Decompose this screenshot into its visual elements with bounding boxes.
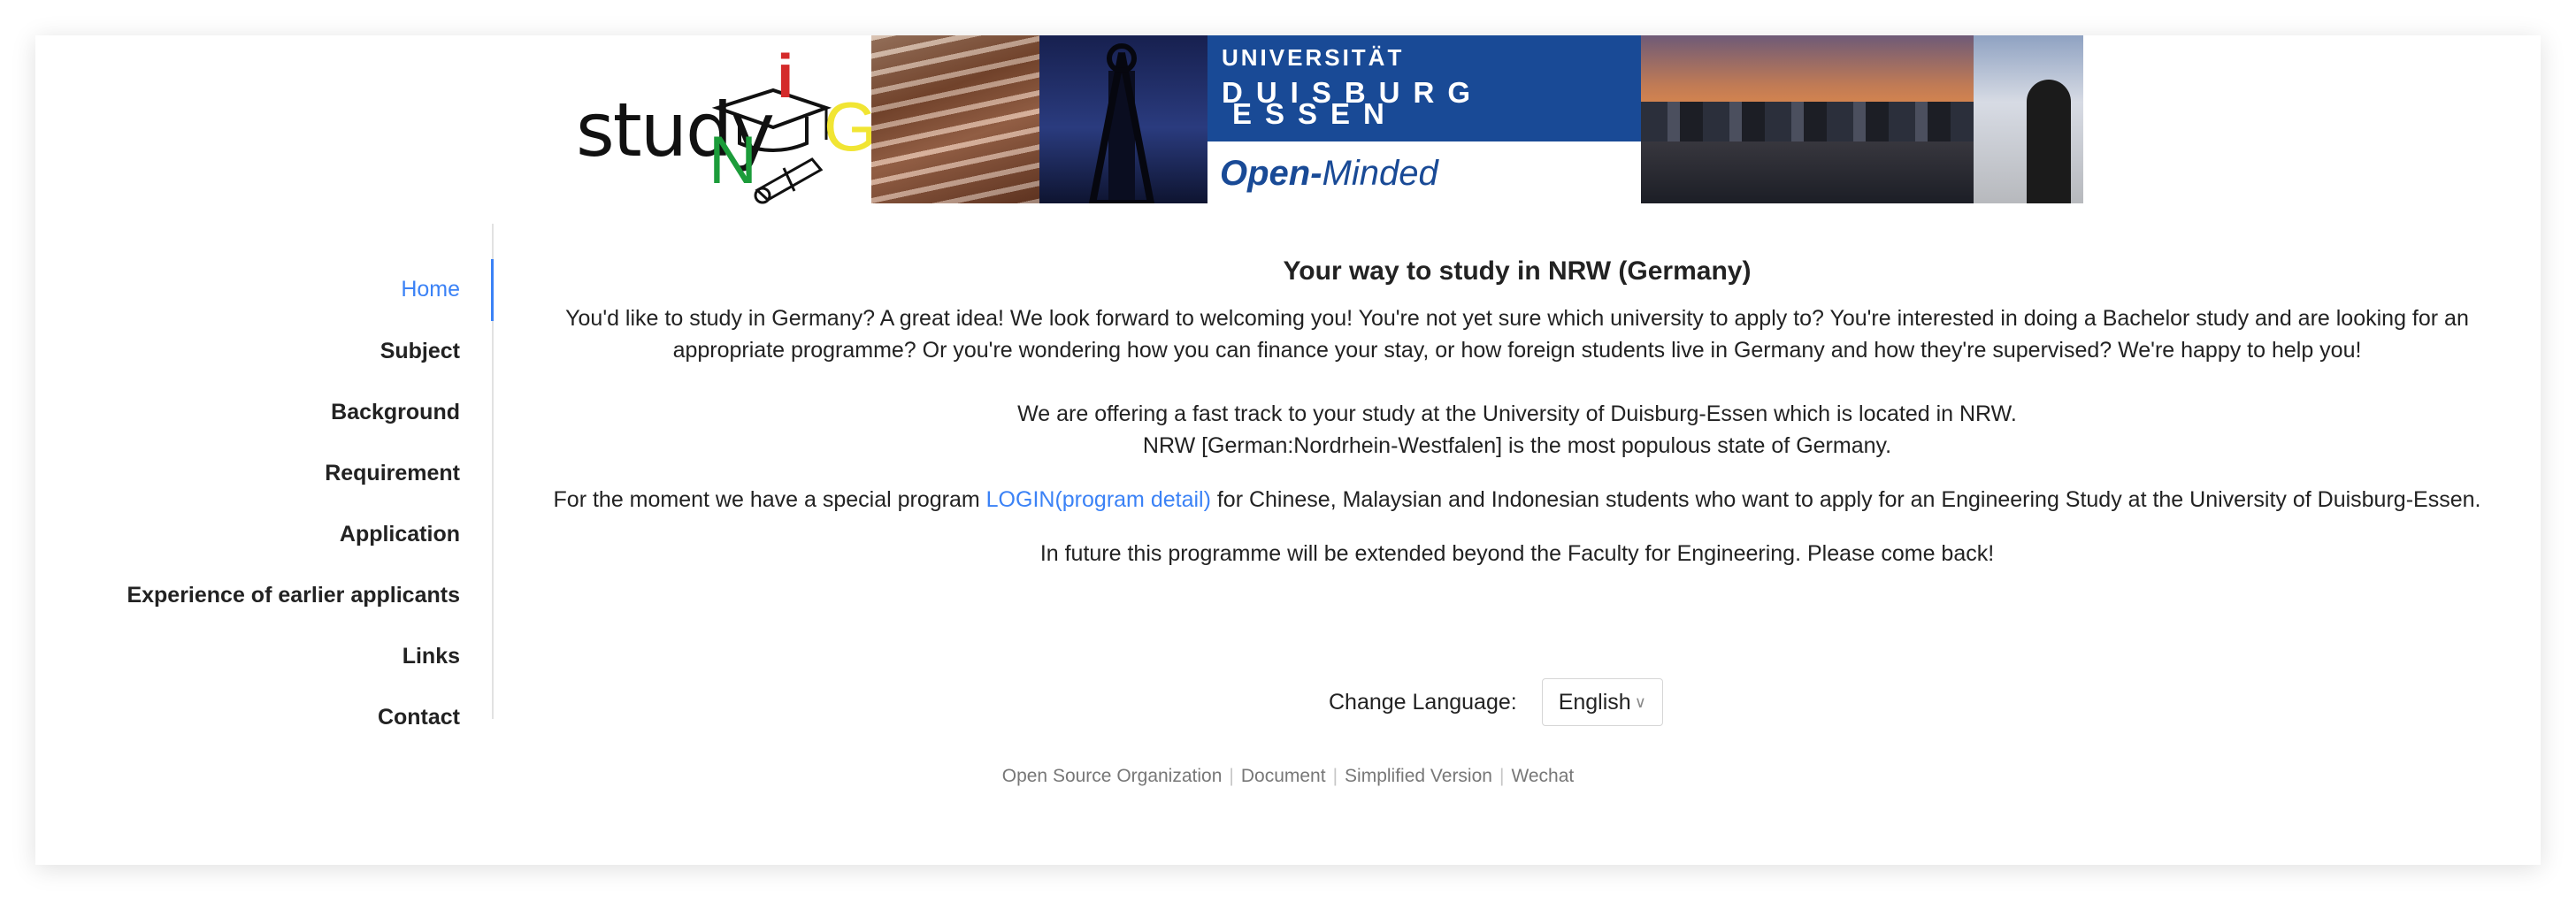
chevron-down-icon: ∨ bbox=[1634, 692, 1646, 711]
university-logo-panel: UNIVERSITÄT DUISBURG ESSEN Open-Minded bbox=[1208, 35, 1641, 203]
header-banner: UNIVERSITÄT DUISBURG ESSEN Open-Minded bbox=[871, 35, 2083, 203]
intro-line-1: You'd like to study in Germany? A great … bbox=[565, 306, 2469, 331]
active-indicator bbox=[491, 259, 494, 321]
harbor-sunset-photo bbox=[1641, 35, 1974, 203]
sidebar-item-links[interactable]: Links bbox=[402, 644, 460, 669]
intro-line-2: appropriate programme? Or you're wonderi… bbox=[672, 338, 2362, 363]
sidebar-nav: Home Subject Background Requirement Appl… bbox=[88, 224, 494, 730]
offer-line-1: We are offering a fast track to your stu… bbox=[1017, 401, 2017, 426]
uni-name-line1: UNIVERSITÄT bbox=[1222, 44, 1405, 71]
uni-slogan: Open-Minded bbox=[1220, 154, 1438, 193]
sidebar-item-background[interactable]: Background bbox=[331, 400, 460, 425]
program-detail-link[interactable]: LOGIN(program detail) bbox=[986, 487, 1211, 512]
logo-letter-i: i bbox=[777, 42, 794, 111]
sidebar-item-home[interactable]: Home bbox=[401, 277, 460, 302]
logo-letter-n: N bbox=[709, 123, 757, 198]
language-switcher: Change Language: English ∨ bbox=[1329, 677, 1663, 727]
footer-separator: | bbox=[1499, 766, 1505, 786]
footer-link-open-source[interactable]: Open Source Organization bbox=[1002, 766, 1223, 786]
page-title: Your way to study in NRW (Germany) bbox=[1283, 256, 1752, 286]
lecture-hall-photo bbox=[871, 35, 1039, 203]
sidebar-item-requirement[interactable]: Requirement bbox=[325, 461, 460, 486]
special-program-text: For the moment we have a special program… bbox=[553, 487, 2481, 512]
mine-tower-photo bbox=[1039, 35, 1208, 203]
language-selected-value: English bbox=[1558, 689, 1631, 715]
footer-separator: | bbox=[1332, 766, 1338, 786]
graduate-photo bbox=[1974, 35, 2083, 203]
footer-links: Open Source Organization | Document | Simpli… bbox=[35, 766, 2541, 787]
sidebar-item-contact[interactable]: Contact bbox=[378, 705, 460, 730]
sidebar-item-application[interactable]: Application bbox=[340, 522, 460, 547]
sidebar-item-subject[interactable]: Subject bbox=[380, 339, 460, 364]
studying-logo[interactable]: study i N G bbox=[536, 35, 890, 212]
footer-link-document[interactable]: Document bbox=[1241, 766, 1326, 786]
language-label: Change Language: bbox=[1329, 689, 1517, 715]
language-select[interactable]: English ∨ bbox=[1541, 678, 1663, 726]
future-text: In future this programme will be extende… bbox=[1039, 541, 1995, 566]
uni-name-line3: ESSEN bbox=[1232, 97, 1398, 130]
footer-link-simplified[interactable]: Simplified Version bbox=[1345, 766, 1492, 786]
offer-line-2: NRW [German:Nordrhein-Westfalen] is the … bbox=[1142, 433, 1892, 458]
page-card: study i N G UNIVERSITÄT DUISBURG ESSEN O… bbox=[35, 35, 2541, 865]
logo-letter-g: G bbox=[824, 88, 878, 165]
footer-separator: | bbox=[1229, 766, 1234, 786]
sidebar-item-experience[interactable]: Experience of earlier applicants bbox=[126, 583, 460, 608]
footer-link-wechat[interactable]: Wechat bbox=[1511, 766, 1574, 786]
